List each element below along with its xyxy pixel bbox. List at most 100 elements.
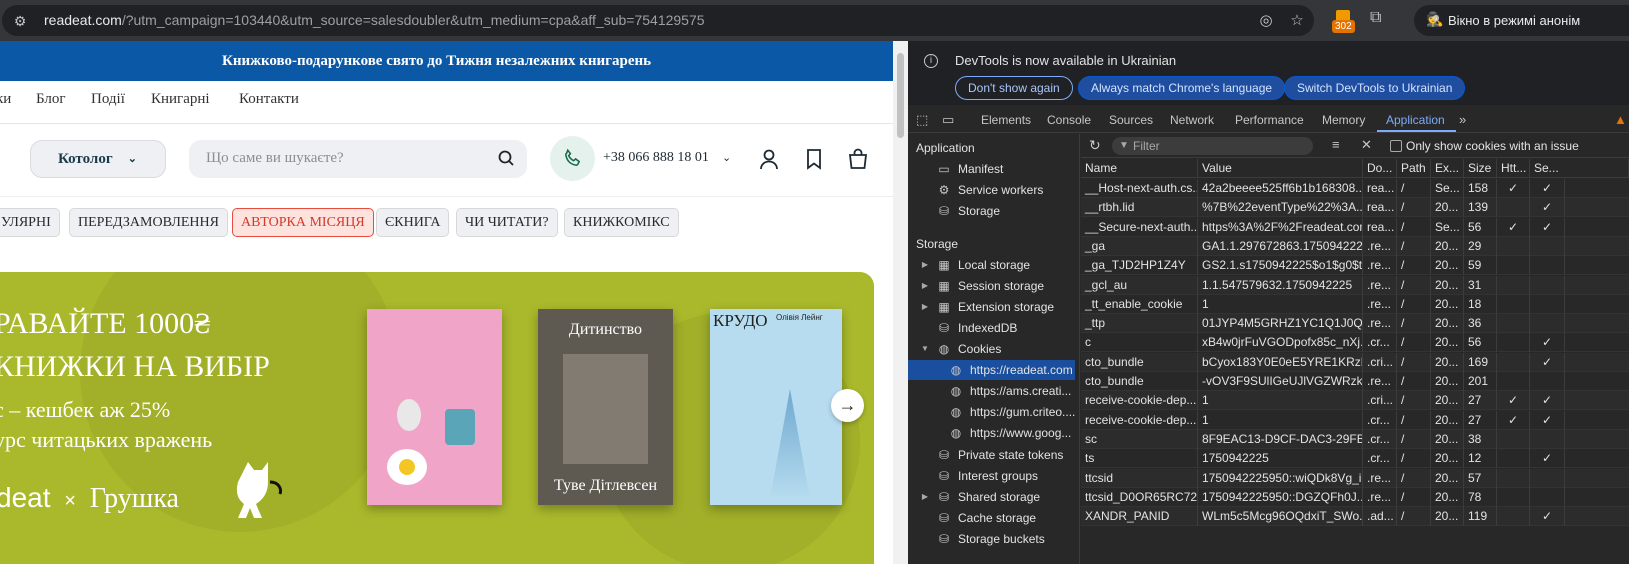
only-issues-checkbox[interactable] bbox=[1390, 140, 1402, 152]
table-row[interactable]: __Secure-next-auth.... https%3A%2F%2Fread… bbox=[1081, 217, 1629, 237]
eye-off-icon[interactable]: ◎ bbox=[1256, 11, 1276, 31]
inspect-element-icon[interactable]: ⬚ bbox=[916, 112, 932, 128]
cart-icon[interactable] bbox=[847, 148, 869, 170]
table-row[interactable]: __Host-next-auth.cs... 42a2beeee525ff6b1b… bbox=[1081, 179, 1629, 198]
page-scrollbar[interactable] bbox=[893, 41, 908, 564]
sidebar-item-cookie-origin[interactable]: ◍ https://readeat.com bbox=[908, 360, 1075, 380]
tab-application[interactable]: Application bbox=[1386, 113, 1445, 127]
search-input[interactable]: Що саме ви шукаєте? bbox=[189, 140, 527, 178]
warning-icon[interactable]: ▲ bbox=[1614, 112, 1629, 128]
table-row[interactable]: ts 1750942225 .cr.../20... 12 ✓ bbox=[1081, 449, 1629, 469]
menu-item-bookstores[interactable]: Книгарні bbox=[151, 91, 210, 108]
device-toolbar-icon[interactable]: ▭ bbox=[942, 112, 958, 128]
url-text[interactable]: readeat.com/?utm_campaign=103440&utm_sou… bbox=[44, 12, 705, 28]
phone-number[interactable]: +38 066 888 18 01 bbox=[603, 150, 709, 166]
table-row[interactable]: receive-cookie-dep... 1 .cr.../20... 27 ✓ ✓ bbox=[1081, 410, 1629, 430]
table-row[interactable]: XANDR_PANID WLm5c5Mcg96OQdxiT_SWo... .ad..… bbox=[1081, 507, 1629, 527]
sidebar-item-indexeddb[interactable]: ⛁ IndexedDB bbox=[908, 318, 1080, 338]
sidebar-item-cookie-origin[interactable]: ◍ https://www.goog... bbox=[908, 423, 1080, 443]
sidebar-item-session-storage[interactable]: ▶ ▦ Session storage bbox=[908, 276, 1080, 296]
sidebar-item-interest-groups[interactable]: ⛁ Interest groups bbox=[908, 466, 1080, 486]
column-header-path[interactable]: Path bbox=[1397, 159, 1431, 178]
switch-language-button[interactable]: Switch DevTools to Ukrainian bbox=[1284, 76, 1466, 100]
book-cover-1[interactable] bbox=[367, 309, 502, 505]
catalog-button[interactable]: Котолог ⌄ bbox=[30, 140, 166, 178]
tab-console[interactable]: Console bbox=[1047, 113, 1091, 127]
tab-performance[interactable]: Performance bbox=[1235, 113, 1304, 127]
column-header-size[interactable]: Size bbox=[1464, 159, 1497, 178]
bookmark-star-icon[interactable]: ☆ bbox=[1287, 11, 1307, 31]
column-header-secure[interactable]: Se... bbox=[1530, 159, 1629, 178]
promo-banner[interactable]: Книжково-подарункове свято до Тижня неза… bbox=[0, 41, 893, 81]
chevron-down-icon[interactable]: ⌄ bbox=[722, 151, 731, 164]
cookie-filter-input[interactable]: ▼ Filter bbox=[1112, 137, 1313, 155]
tag-preorder[interactable]: ПЕРЕДЗАМОВЛЕННЯ bbox=[69, 208, 228, 237]
slider-next-button[interactable]: → bbox=[831, 389, 864, 422]
table-row[interactable]: ttcsid_D0OR65RC72... 1750942225950::DGZQF… bbox=[1081, 487, 1629, 507]
sidebar-item-local-storage[interactable]: ▶ ▦ Local storage bbox=[908, 255, 1080, 275]
tab-sources[interactable]: Sources bbox=[1109, 113, 1153, 127]
bookmark-icon[interactable] bbox=[803, 148, 825, 170]
user-icon[interactable] bbox=[758, 148, 780, 170]
table-row[interactable]: c xB4w0jrFuVGODpofx85c_nXj... .cr.../20...… bbox=[1081, 333, 1629, 353]
column-header-value[interactable]: Value bbox=[1198, 159, 1363, 178]
tab-network[interactable]: Network bbox=[1170, 113, 1214, 127]
extension-icon[interactable]: 302 bbox=[1332, 10, 1356, 34]
promo-slider[interactable]: РАВАЙТЕ 1000₴ КНИЖКИ НА ВИБІР с – кешбек… bbox=[0, 272, 874, 564]
sidebar-item-cookies[interactable]: ▼ ◍ Cookies bbox=[908, 339, 1080, 359]
tab-elements[interactable]: Elements bbox=[981, 113, 1031, 127]
table-row[interactable]: __rtbh.lid %7B%22eventType%22%3A... rea...… bbox=[1081, 198, 1629, 218]
menu-item-blog[interactable]: Блог bbox=[36, 91, 66, 108]
menu-item-popular[interactable]: ки bbox=[0, 91, 11, 108]
table-row[interactable]: receive-cookie-dep... 1 .cri.../20... 27 ✓ ✓ bbox=[1081, 391, 1629, 411]
phone-icon-button[interactable] bbox=[550, 136, 595, 181]
sidebar-item-storage-overview[interactable]: ⛁ Storage bbox=[908, 201, 1080, 221]
clear-filtered-icon[interactable]: ≡ bbox=[1332, 137, 1340, 152]
sidebar-item-cookie-origin[interactable]: ◍ https://gum.criteo.... bbox=[908, 402, 1080, 422]
tag-popular[interactable]: УЛЯРНІ bbox=[0, 208, 60, 237]
menu-item-events[interactable]: Події bbox=[91, 91, 125, 108]
table-row[interactable]: _ttp 01JYP4M5GRHZ1YC1Q1J0Q2... .re.../20..… bbox=[1081, 314, 1629, 334]
tab-memory[interactable]: Memory bbox=[1322, 113, 1365, 127]
always-match-language-button[interactable]: Always match Chrome's language bbox=[1078, 76, 1286, 100]
tag-ebook[interactable]: ЄКНИГА bbox=[376, 208, 450, 237]
tag-to-read[interactable]: ЧИ ЧИТАТИ? bbox=[456, 208, 558, 237]
address-bar[interactable]: ⚙ readeat.com/?utm_campaign=103440&utm_s… bbox=[2, 5, 1314, 36]
sidebar-item-storage-buckets[interactable]: ⛁ Storage buckets bbox=[908, 529, 1080, 549]
book-cover-2[interactable]: Дитинство Туве Дітлевсен bbox=[538, 309, 673, 505]
more-tabs-icon[interactable]: » bbox=[1459, 112, 1475, 128]
sidebar-item-private-state-tokens[interactable]: ⛁ Private state tokens bbox=[908, 445, 1080, 465]
table-row[interactable]: _tt_enable_cookie 1 .re.../20... 18 bbox=[1081, 294, 1629, 314]
sidebar-item-manifest[interactable]: ▭ Manifest bbox=[908, 159, 1080, 179]
sidebar-item-cookie-origin[interactable]: ◍ https://ams.creati... bbox=[908, 381, 1080, 401]
tag-author-of-month[interactable]: АВТОРКА МІСЯЦЯ bbox=[232, 208, 374, 237]
file-icon: ▭ bbox=[938, 162, 950, 176]
tag-comics[interactable]: КНИЖКОМІКС bbox=[564, 208, 679, 237]
extensions-puzzle-icon[interactable]: ⧉ bbox=[1370, 9, 1381, 27]
refresh-icon[interactable]: ↻ bbox=[1089, 137, 1101, 154]
table-row[interactable]: _ga GA1.1.297672863.1750942226 .re.../20..… bbox=[1081, 236, 1629, 256]
site-settings-icon[interactable]: ⚙ bbox=[10, 11, 30, 31]
menu-item-contacts[interactable]: Контакти bbox=[239, 91, 299, 108]
table-row[interactable]: cto_bundle bCyox183Y0E0eE5YRE1KRzB... .cri… bbox=[1081, 352, 1629, 372]
sidebar-item-extension-storage[interactable]: ▶ ▦ Extension storage bbox=[908, 297, 1080, 317]
browser-toolbar: ⚙ readeat.com/?utm_campaign=103440&utm_s… bbox=[0, 0, 1629, 41]
table-row[interactable]: sc 8F9EAC13-D9CF-DAC3-29FB... .cr.../20...… bbox=[1081, 429, 1629, 449]
table-row[interactable]: _ga_TJD2HP1Z4Y GS2.1.s1750942225$o1$g0$t.… bbox=[1081, 256, 1629, 276]
sidebar-item-cache-storage[interactable]: ⛁ Cache storage bbox=[908, 508, 1080, 528]
column-header-httponly[interactable]: Htt... bbox=[1497, 159, 1530, 178]
table-row[interactable]: ttcsid 1750942225950::wiQDk8Vg_i... .re...… bbox=[1081, 468, 1629, 488]
incognito-indicator[interactable]: 🕵 Вікно в режимі анонім bbox=[1414, 5, 1629, 36]
column-header-name[interactable]: Name bbox=[1081, 159, 1198, 178]
table-row[interactable]: _gcl_au 1.1.547579632.1750942225 .re.../20… bbox=[1081, 275, 1629, 295]
book-cover-3[interactable]: КРУДО Олівія Лейнг bbox=[710, 309, 842, 505]
column-header-domain[interactable]: Do... bbox=[1363, 159, 1397, 178]
cell-httponly bbox=[1497, 314, 1530, 334]
table-row[interactable]: cto_bundle -vOV3F9SUlIGeUJlVGZWRzkz... .re… bbox=[1081, 372, 1629, 391]
search-icon[interactable] bbox=[497, 149, 515, 167]
delete-selected-icon[interactable]: ✕ bbox=[1361, 137, 1372, 153]
sidebar-item-service-workers[interactable]: ⚙ Service workers bbox=[908, 180, 1080, 200]
dont-show-again-button[interactable]: Don't show again bbox=[955, 76, 1073, 100]
sidebar-item-shared-storage[interactable]: ▶ ⛁ Shared storage bbox=[908, 487, 1080, 507]
column-header-expires[interactable]: Ex... bbox=[1431, 159, 1464, 178]
